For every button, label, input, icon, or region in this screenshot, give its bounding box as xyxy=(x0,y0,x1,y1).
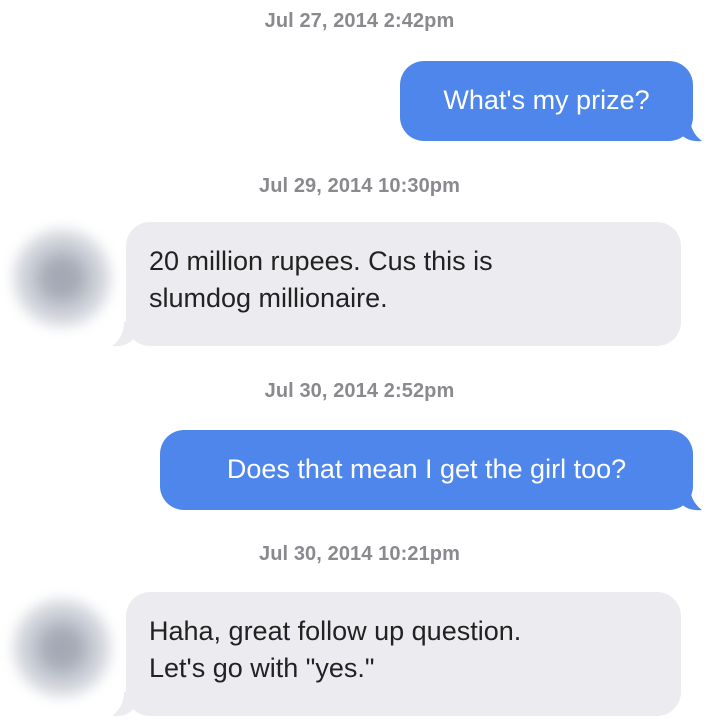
timestamp: Jul 29, 2014 10:30pm xyxy=(258,175,460,197)
message-line: 20 million rupees. Cus this is xyxy=(149,246,493,276)
message-line: Haha, great follow up question. xyxy=(149,616,522,646)
timestamp: Jul 30, 2014 10:21pm xyxy=(258,543,460,565)
blurred-avatar-icon[interactable] xyxy=(12,598,112,698)
blurred-avatar-icon[interactable] xyxy=(12,228,112,328)
bubble-tail-icon xyxy=(680,117,702,142)
timestamp: Jul 27, 2014 2:42pm xyxy=(264,10,455,32)
sent-message-bubble[interactable]: What's my prize? xyxy=(400,61,693,141)
message-thread: Jul 27, 2014 2:42pm What's my prize? Jul… xyxy=(0,0,719,727)
bubble-tail-icon xyxy=(680,486,702,511)
received-message-bubble[interactable]: 20 million rupees. Cus this is slumdog m… xyxy=(126,222,681,346)
message-line: slumdog millionaire. xyxy=(149,283,388,313)
message-line: Let's go with "yes." xyxy=(149,653,375,683)
message-text: What's my prize? xyxy=(443,85,650,115)
bubble-tail-icon xyxy=(112,692,134,717)
message-text: Does that mean I get the girl too? xyxy=(226,454,627,484)
received-message-bubble[interactable]: Haha, great follow up question. Let's go… xyxy=(126,592,681,716)
timestamp: Jul 30, 2014 2:52pm xyxy=(264,380,455,402)
bubble-tail-icon xyxy=(112,322,134,347)
sent-message-bubble[interactable]: Does that mean I get the girl too? xyxy=(160,430,693,510)
